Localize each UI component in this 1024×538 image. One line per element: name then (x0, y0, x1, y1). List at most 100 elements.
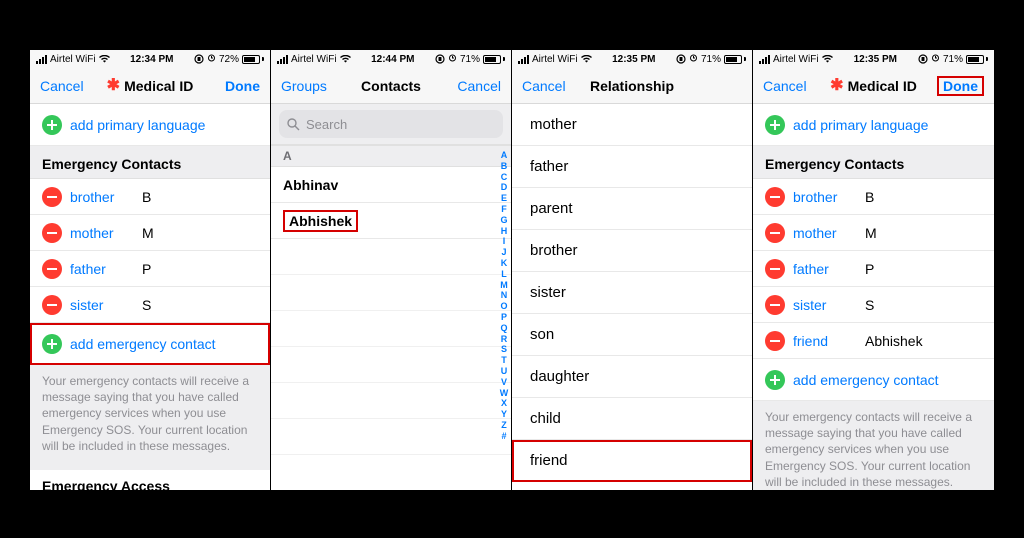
contact-relationship: father (70, 261, 128, 277)
battery-icon (966, 55, 988, 64)
nav-bar: Cancel ✱Medical ID Done (753, 68, 994, 104)
remove-icon[interactable] (42, 187, 62, 207)
screen-medical-id-after: Airtel WiFi 12:35 PM 71% Cancel ✱Medical… (753, 50, 994, 490)
signal-icon (36, 55, 47, 64)
nav-bar: Cancel Relationship (512, 68, 752, 104)
remove-icon[interactable] (42, 295, 62, 315)
contact-relationship: father (793, 261, 851, 277)
contact-name: M (142, 225, 154, 241)
contact-row[interactable]: Abhishek (271, 203, 511, 239)
battery-percent: 71% (460, 54, 480, 65)
list-area: add primary language Emergency Contacts … (753, 104, 994, 490)
remove-icon[interactable] (765, 223, 785, 243)
signal-icon (759, 55, 770, 64)
cancel-button[interactable]: Cancel (522, 78, 566, 94)
contact-relationship: brother (70, 189, 128, 205)
contact-relationship: friend (793, 333, 851, 349)
plus-icon (42, 334, 62, 354)
relationship-option[interactable]: child (512, 398, 752, 440)
remove-icon[interactable] (765, 295, 785, 315)
relationship-option[interactable]: son (512, 314, 752, 356)
relationship-option[interactable]: parent (512, 188, 752, 230)
cancel-button[interactable]: Cancel (457, 78, 501, 94)
clock: 12:44 PM (371, 54, 414, 65)
relationship-option[interactable]: daughter (512, 356, 752, 398)
emergency-note: Your emergency contacts will receive a m… (753, 401, 994, 490)
cancel-button[interactable]: Cancel (40, 78, 84, 94)
carrier-label: Airtel WiFi (291, 54, 337, 65)
groups-button[interactable]: Groups (281, 78, 327, 94)
emergency-contact-row[interactable]: mother M (753, 215, 994, 251)
done-button[interactable]: Done (225, 78, 260, 94)
emergency-contact-row[interactable]: brotherB (30, 179, 270, 215)
emergency-contact-row[interactable]: sisterS (753, 287, 994, 323)
emergency-contact-row[interactable]: fatherP (30, 251, 270, 287)
search-input[interactable]: Search (279, 110, 503, 138)
signal-icon (518, 55, 529, 64)
battery-percent: 72% (219, 54, 239, 65)
relationship-list[interactable]: motherfatherparentbrothersistersondaught… (512, 104, 752, 490)
wifi-icon (822, 55, 833, 63)
list-area: add primary language Emergency Contacts … (30, 104, 270, 490)
wifi-icon (99, 55, 110, 63)
medical-id-star-icon: ✱ (107, 78, 120, 94)
add-emergency-contact-row[interactable]: add emergency contact (753, 359, 994, 401)
plus-icon (765, 115, 785, 135)
relationship-option[interactable]: brother (512, 230, 752, 272)
status-bar: Airtel WiFi 12:34 PM 72% (30, 50, 270, 68)
carrier-label: Airtel WiFi (50, 54, 96, 65)
search-wrap: Search (271, 104, 511, 145)
battery-icon (483, 55, 505, 64)
section-letter: A (271, 145, 511, 167)
plus-icon (42, 115, 62, 135)
nav-bar: Groups Contacts Cancel (271, 68, 511, 104)
contact-row[interactable]: Abhinav (271, 167, 511, 203)
emergency-contact-row[interactable]: brotherB (753, 179, 994, 215)
relationship-option[interactable]: friend (512, 440, 752, 482)
screen-relationship-picker: Airtel WiFi 12:35 PM 71% Cancel Relation… (512, 50, 753, 490)
four-screens: Airtel WiFi 12:34 PM 72% Cancel ✱Medical… (30, 50, 994, 490)
done-button[interactable]: Done (937, 76, 984, 96)
contact-relationship: sister (793, 297, 851, 313)
alarm-icon (207, 53, 216, 65)
clock: 12:35 PM (854, 54, 897, 65)
relationship-option[interactable]: sister (512, 272, 752, 314)
add-language-label: add primary language (793, 117, 928, 133)
contact-relationship: mother (793, 225, 851, 241)
cancel-button[interactable]: Cancel (763, 78, 807, 94)
wifi-icon (581, 55, 592, 63)
remove-icon[interactable] (42, 223, 62, 243)
rotation-lock-icon (918, 54, 928, 64)
contact-relationship: mother (70, 225, 128, 241)
signal-icon (277, 55, 288, 64)
emergency-contact-row[interactable]: sisterS (30, 287, 270, 323)
rotation-lock-icon (676, 54, 686, 64)
remove-icon[interactable] (765, 331, 785, 351)
add-primary-language-row[interactable]: add primary language (30, 104, 270, 146)
relationship-option[interactable]: father (512, 146, 752, 188)
emergency-note: Your emergency contacts will receive a m… (30, 365, 270, 470)
contact-name: B (865, 189, 874, 205)
status-bar: Airtel WiFi 12:44 PM 71% (271, 50, 511, 68)
contact-name: P (865, 261, 874, 277)
emergency-contact-row[interactable]: father P (753, 251, 994, 287)
search-icon (287, 118, 300, 131)
nav-bar: Cancel ✱Medical ID Done (30, 68, 270, 104)
screen-medical-id-before: Airtel WiFi 12:34 PM 72% Cancel ✱Medical… (30, 50, 271, 490)
carrier-label: Airtel WiFi (532, 54, 578, 65)
add-contact-label: add emergency contact (793, 372, 939, 388)
contacts-list[interactable]: A Abhinav Abhishek (271, 145, 511, 490)
remove-icon[interactable] (765, 187, 785, 207)
remove-icon[interactable] (42, 259, 62, 279)
contact-name: S (142, 297, 151, 313)
relationship-option[interactable]: mother (512, 104, 752, 146)
alphabet-index[interactable]: ABCDEFGHIJKLMNOPQRSTUVWXYZ# (497, 150, 511, 490)
battery-icon (724, 55, 746, 64)
add-emergency-contact-row[interactable]: add emergency contact (30, 323, 270, 365)
emergency-contact-row[interactable]: mother M (30, 215, 270, 251)
remove-icon[interactable] (765, 259, 785, 279)
add-primary-language-row[interactable]: add primary language (753, 104, 994, 146)
emergency-contact-row[interactable]: friendAbhishek (753, 323, 994, 359)
emergency-contacts-header: Emergency Contacts (30, 146, 270, 179)
contact-name: M (865, 225, 877, 241)
